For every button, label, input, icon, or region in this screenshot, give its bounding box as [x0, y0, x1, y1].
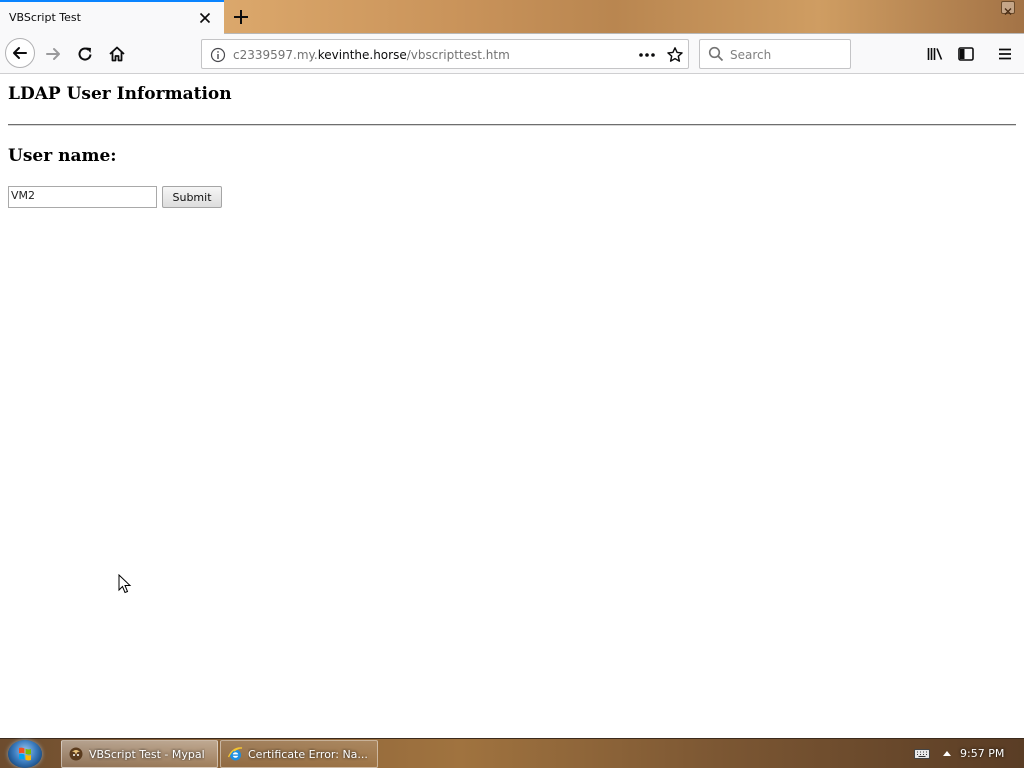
close-icon [1004, 8, 1012, 15]
reload-icon [78, 47, 92, 61]
close-icon[interactable] [197, 10, 213, 26]
info-icon[interactable] [210, 47, 226, 63]
search-input[interactable] [730, 46, 845, 64]
taskbar-button-label: Certificate Error: Na... [248, 747, 368, 761]
user-name-label: User name: [8, 146, 117, 166]
url-text[interactable]: c2339597.my.kevinthe.horse/vbscripttest.… [233, 48, 510, 62]
search-icon [708, 46, 724, 62]
star-icon[interactable] [666, 46, 684, 64]
navigation-bar: c2339597.my.kevinthe.horse/vbscripttest.… [0, 34, 1024, 74]
mouse-cursor-icon [118, 574, 132, 594]
taskbar-button-label: VBScript Test - Mypal [89, 747, 205, 761]
start-button[interactable] [8, 740, 42, 768]
chevron-up-icon[interactable] [942, 749, 952, 757]
home-button[interactable] [102, 39, 132, 69]
sidebar-toggle-button[interactable] [951, 39, 981, 69]
mypal-icon [69, 747, 83, 761]
tab-title: VBScript Test [9, 11, 81, 24]
hamburger-menu-icon [999, 48, 1011, 60]
arrow-right-icon [46, 48, 60, 60]
reload-button[interactable] [70, 39, 100, 69]
ie-icon [227, 747, 243, 761]
url-domain: kevinthe.horse [317, 48, 407, 62]
taskbar-button-certificate-error[interactable]: Certificate Error: Na... [220, 740, 378, 768]
url-path: /vbscripttest.htm [406, 48, 510, 62]
more-dots-icon[interactable] [637, 46, 657, 64]
windows-logo-icon [19, 747, 31, 761]
taskbar-clock[interactable]: 9:57 PM [960, 747, 1004, 760]
menu-button[interactable] [990, 39, 1020, 69]
library-button[interactable] [920, 39, 950, 69]
sidebar-icon [958, 47, 974, 61]
plus-icon[interactable] [231, 7, 251, 27]
tab-vbscript-test[interactable]: VBScript Test [0, 0, 224, 34]
taskbar-button-mypal[interactable]: VBScript Test - Mypal [61, 740, 218, 768]
horizontal-rule [8, 124, 1016, 126]
url-prefix: c2339597.my. [233, 48, 318, 62]
forward-button[interactable] [38, 39, 68, 69]
taskbar: VBScript Test - Mypal Certificate Error:… [0, 738, 1024, 768]
home-icon [109, 46, 125, 62]
address-bar[interactable]: c2339597.my.kevinthe.horse/vbscripttest.… [201, 39, 689, 69]
tab-strip: VBScript Test [0, 0, 1024, 34]
arrow-left-icon [13, 47, 27, 59]
submit-button[interactable]: Submit [162, 186, 222, 208]
search-box[interactable] [699, 39, 851, 69]
user-name-input[interactable]: VM2 [8, 186, 157, 208]
page-content: LDAP User Information User name: VM2 Sub… [0, 75, 1024, 738]
page-heading: LDAP User Information [8, 84, 232, 104]
library-icon [927, 48, 943, 60]
window-close-button[interactable] [1001, 1, 1015, 15]
back-button[interactable] [5, 38, 35, 68]
keyboard-icon[interactable] [914, 748, 930, 760]
